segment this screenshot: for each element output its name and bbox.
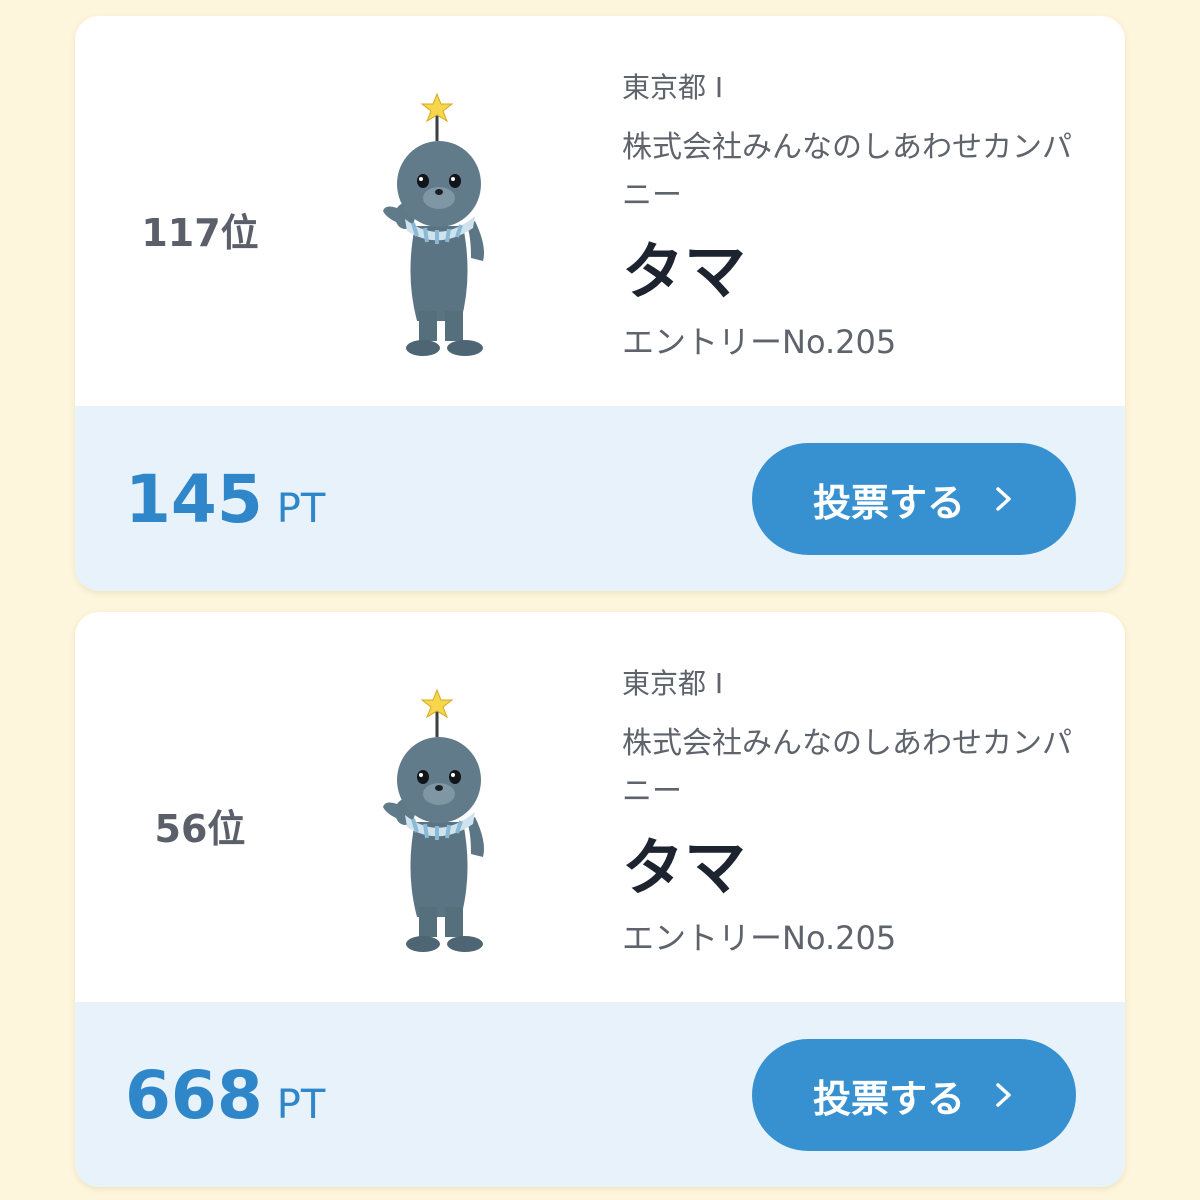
points-display: 668 PT	[125, 1057, 325, 1137]
prefecture-label: 東京都 I	[622, 71, 724, 104]
points-unit: PT	[276, 486, 326, 532]
company-name: 株式会社みんなのしあわせカンパニー	[622, 726, 1072, 809]
character-name[interactable]: タマ	[622, 828, 1092, 908]
character-name[interactable]: タマ	[622, 232, 1092, 312]
entry-card-top: 117位 東京都 I 株式会社みんなのしあわせカンパニー タマ エントリーNo.…	[75, 16, 1125, 406]
entry-info: 東京都 I 株式会社みんなのしあわせカンパニー タマ エントリーNo.205	[622, 68, 1092, 366]
entry-card: 56位 東京都 I 株式会社みんなのしあわせカンパニー タマ エントリーNo.2…	[75, 612, 1125, 1187]
entry-number: エントリーNo.205	[622, 323, 897, 361]
entry-card-footer: 668 PT 投票する	[75, 1002, 1125, 1187]
rank-label: 117位	[141, 211, 259, 255]
entry-card: 117位 東京都 I 株式会社みんなのしあわせカンパニー タマ エントリーNo.…	[75, 16, 1125, 591]
ranking-list: 117位 東京都 I 株式会社みんなのしあわせカンパニー タマ エントリーNo.…	[0, 0, 1200, 1200]
entry-number: エントリーNo.205	[622, 919, 897, 957]
points-value: 668	[125, 1057, 263, 1134]
prefecture-label: 東京都 I	[622, 667, 724, 700]
mascot-image[interactable]	[375, 682, 505, 957]
rank-label: 56位	[154, 807, 246, 851]
vote-button-label: 投票する	[812, 482, 965, 525]
vote-button-label: 投票する	[812, 1078, 965, 1121]
mascot-image[interactable]	[375, 86, 505, 361]
company-name: 株式会社みんなのしあわせカンパニー	[622, 130, 1072, 213]
chevron-right-icon	[996, 487, 1011, 511]
points-value: 145	[125, 461, 263, 538]
points-display: 145 PT	[125, 461, 325, 541]
chevron-right-icon	[996, 1083, 1011, 1107]
points-unit: PT	[276, 1082, 326, 1128]
entry-info: 東京都 I 株式会社みんなのしあわせカンパニー タマ エントリーNo.205	[622, 664, 1092, 962]
entry-card-footer: 145 PT 投票する	[75, 406, 1125, 591]
vote-button[interactable]: 投票する	[752, 1039, 1076, 1151]
vote-button[interactable]: 投票する	[752, 443, 1076, 555]
entry-card-top: 56位 東京都 I 株式会社みんなのしあわせカンパニー タマ エントリーNo.2…	[75, 612, 1125, 1002]
